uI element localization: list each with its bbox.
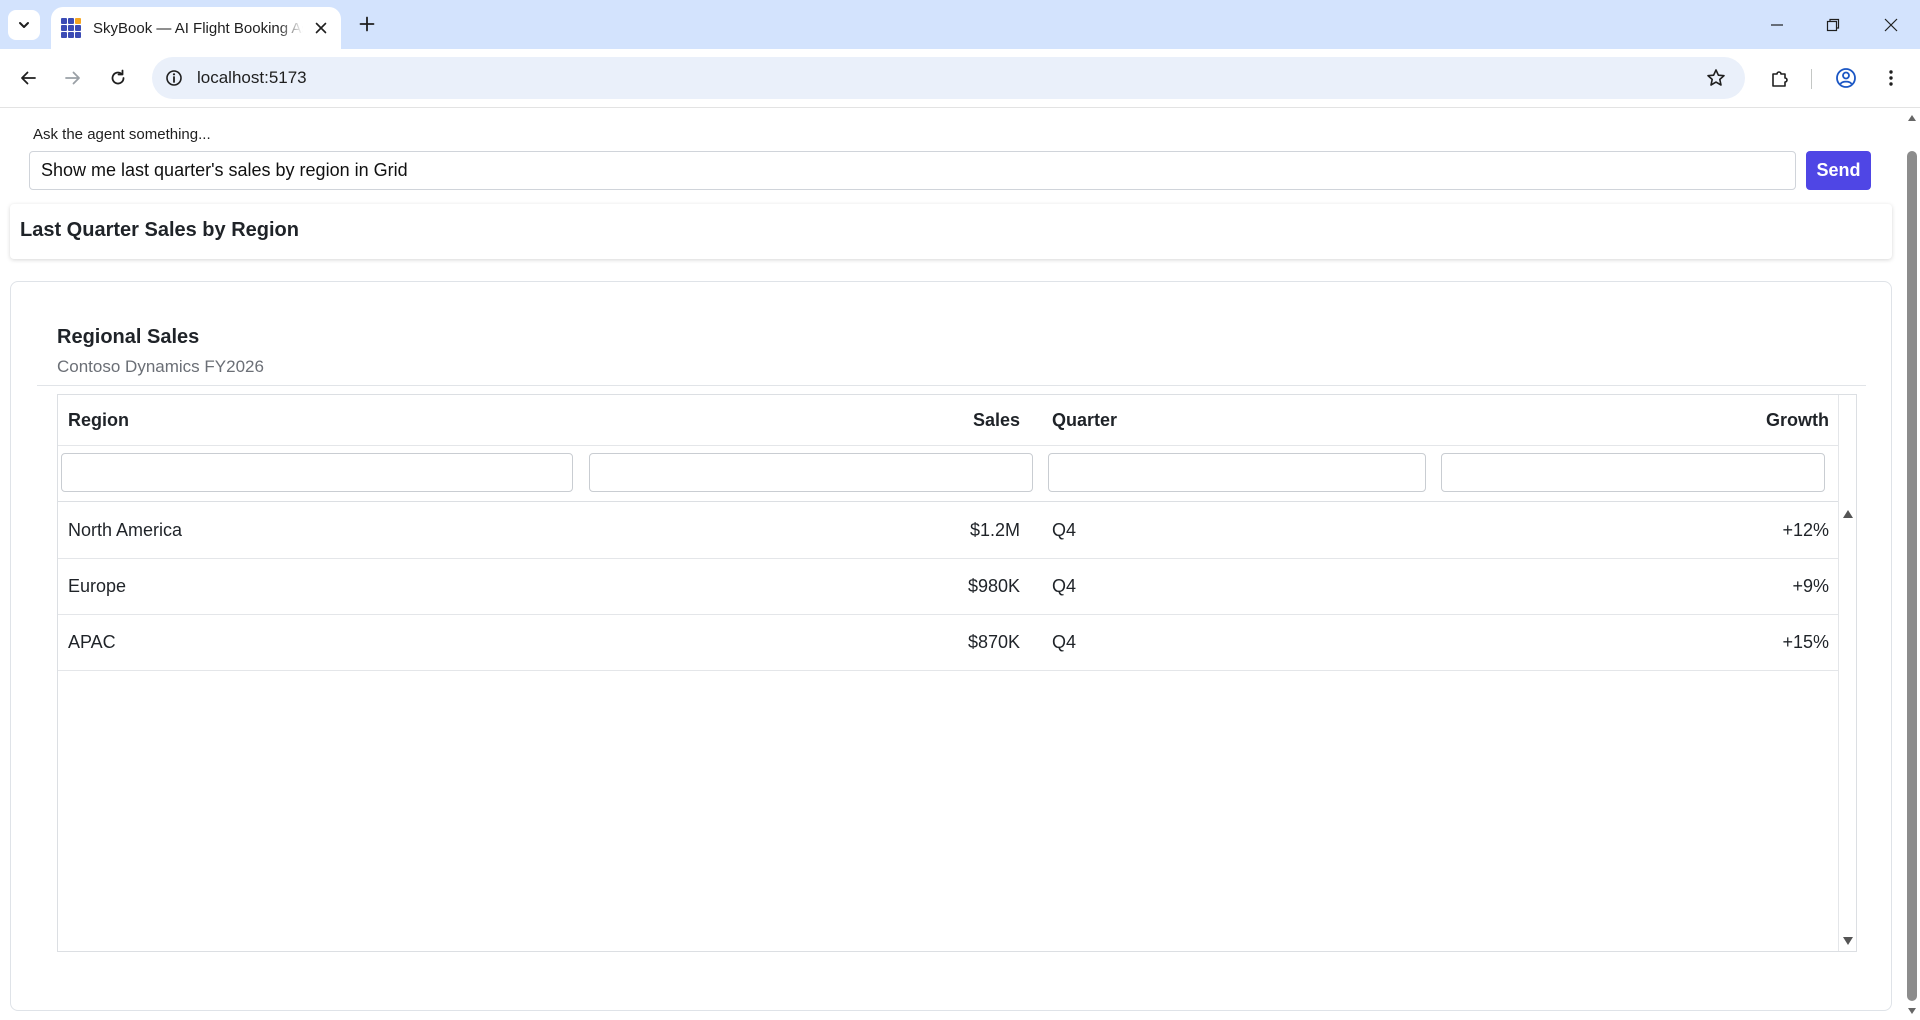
app-grid-icon [61,18,81,38]
more-vert-icon [1889,70,1893,86]
profile-button[interactable] [1830,62,1862,94]
grid-header-row: Region Sales Quarter Growth [58,395,1838,446]
scroll-up-arrow-icon[interactable] [1842,508,1854,520]
star-icon [1707,69,1725,86]
cell-quarter: Q4 [1052,576,1077,596]
profile-icon [1836,68,1856,88]
result-title: Last Quarter Sales by Region [20,219,299,241]
browser-menu-button[interactable] [1875,62,1907,94]
page-content: Ask the agent something... Send Last Qua… [0,109,1904,1020]
filter-input-quarter[interactable] [1048,453,1426,492]
cell-growth: +9% [1792,576,1829,596]
column-header-growth[interactable]: Growth [1458,395,1829,446]
url-text: localhost:5173 [197,68,307,87]
scrollbar-thumb[interactable] [1907,151,1917,1001]
ask-label: Ask the agent something... [33,126,211,143]
cell-growth: +12% [1782,520,1829,540]
tab-close-button[interactable] [311,18,331,38]
bookmark-button[interactable] [1704,66,1728,90]
ask-input[interactable] [29,151,1796,190]
grid-scrollbar[interactable] [1838,395,1856,951]
back-button[interactable] [12,62,44,94]
page-scrollbar[interactable] [1904,109,1920,1020]
grid-filter-row [58,446,1838,502]
cell-region: APAC [68,632,116,652]
divider [37,385,1866,386]
cell-sales: $980K [967,576,1020,596]
browser-tab-strip: SkyBook — AI Flight Booking Assistant [0,0,1920,49]
window-close-button[interactable] [1876,10,1906,40]
filter-input-sales[interactable] [589,453,1033,492]
grid-subtitle: Contoso Dynamics FY2026 [57,357,264,376]
site-info-button[interactable] [162,66,186,90]
address-bar[interactable]: localhost:5173 [152,57,1745,99]
scroll-down-arrow-icon[interactable] [1842,935,1854,947]
scroll-down-arrow-icon[interactable] [1907,1006,1917,1016]
table-row[interactable]: APAC $870K Q4 +15% [58,615,1838,671]
close-icon [1884,18,1898,32]
browser-toolbar: localhost:5173 [0,49,1920,108]
filter-input-growth[interactable] [1441,453,1825,492]
scroll-up-arrow-icon[interactable] [1907,113,1917,123]
arrow-right-icon [65,71,80,85]
extensions-button[interactable] [1764,62,1796,94]
new-tab-button[interactable] [354,11,380,37]
reload-icon [111,69,125,85]
grid-title: Regional Sales [57,326,200,348]
cell-quarter: Q4 [1052,632,1077,652]
column-header-sales[interactable]: Sales [558,395,1020,446]
table-row[interactable]: North America $1.2M Q4 +12% [58,503,1838,559]
forward-button[interactable] [57,62,89,94]
grid-card: Regional Sales Contoso Dynamics FY2026 R… [10,281,1892,1011]
arrow-left-icon [21,71,36,85]
plus-icon [359,16,375,32]
send-button[interactable]: Send [1806,151,1871,190]
column-header-quarter[interactable]: Quarter [1052,395,1352,446]
filter-input-region[interactable] [61,453,573,492]
restore-icon [1826,18,1840,32]
cell-growth: +15% [1782,632,1829,652]
minimize-button[interactable] [1762,10,1792,40]
restore-button[interactable] [1818,10,1848,40]
column-header-region[interactable]: Region [68,395,468,446]
puzzle-icon [1772,71,1788,87]
close-icon [315,22,327,34]
cell-quarter: Q4 [1052,520,1077,540]
cell-region: Europe [68,576,127,596]
chevron-down-icon [19,22,29,28]
table-row[interactable]: Europe $980K Q4 +9% [58,559,1838,615]
minimize-icon [1771,24,1783,26]
result-title-card: Last Quarter Sales by Region [10,204,1892,259]
tab-search-button[interactable] [8,10,40,40]
tab-title: SkyBook — AI Flight Booking Assistant [93,19,303,37]
toolbar-separator [1811,69,1812,89]
info-icon [166,70,182,86]
browser-tab-active[interactable]: SkyBook — AI Flight Booking Assistant [51,7,341,49]
reload-button[interactable] [102,62,134,94]
cell-region: North America [68,520,183,540]
cell-sales: $870K [967,632,1020,652]
cell-sales: $1.2M [969,520,1020,540]
data-grid: Region Sales Quarter Growth North Americ… [57,394,1857,952]
